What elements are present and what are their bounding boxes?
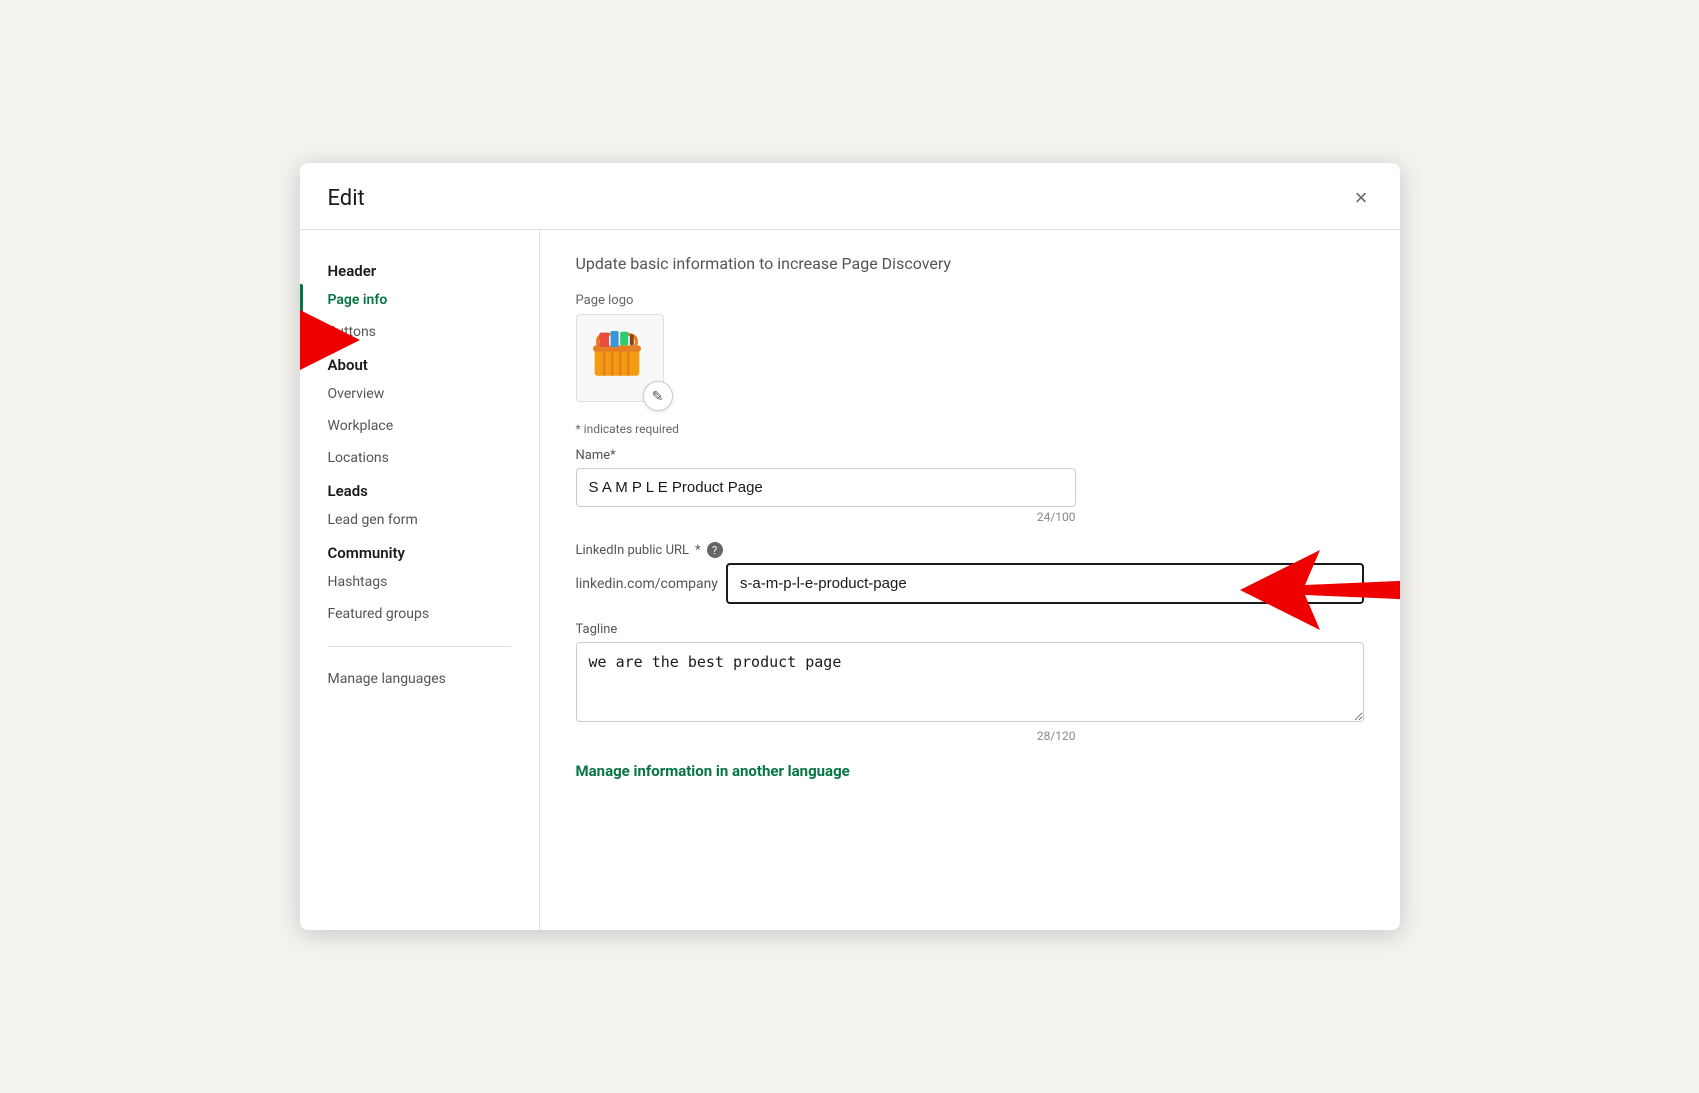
sidebar-section-community[interactable]: Community: [300, 536, 539, 566]
name-field-group: Name* 24/100: [576, 448, 1364, 524]
name-char-count: 24/100: [576, 510, 1076, 524]
modal-title: Edit: [328, 186, 365, 211]
name-input[interactable]: [576, 468, 1076, 507]
sidebar-item-lead-gen-form[interactable]: Lead gen form: [300, 504, 539, 536]
url-label: LinkedIn public URL: [576, 543, 690, 558]
tagline-label: Tagline: [576, 622, 1364, 637]
sidebar-item-featured-groups[interactable]: Featured groups: [300, 598, 539, 630]
required-note: * indicates required: [576, 422, 1364, 436]
url-input-row: linkedin.com/company: [576, 563, 1364, 604]
sidebar-section-about[interactable]: About: [300, 348, 539, 378]
tagline-input[interactable]: [576, 642, 1364, 722]
logo-image: [577, 315, 657, 395]
main-content: Update basic information to increase Pag…: [540, 230, 1400, 930]
edit-modal: Edit × Header Page info Buttons About: [300, 163, 1400, 930]
edit-logo-button[interactable]: ✎: [643, 381, 673, 411]
sidebar-item-hashtags[interactable]: Hashtags: [300, 566, 539, 598]
sidebar-item-page-info[interactable]: Page info: [300, 284, 539, 316]
url-label-row: LinkedIn public URL * ?: [576, 542, 1364, 558]
sidebar-section-header[interactable]: Header: [300, 254, 539, 284]
sidebar-section-leads[interactable]: Leads: [300, 474, 539, 504]
tagline-field-group: Tagline 28/120: [576, 622, 1364, 743]
manage-language-link[interactable]: Manage information in another language: [576, 762, 850, 780]
modal-body: Header Page info Buttons About Overview …: [300, 230, 1400, 930]
sidebar-item-locations[interactable]: Locations: [300, 442, 539, 474]
basket-icon: [585, 323, 649, 387]
url-required-star: *: [695, 543, 701, 558]
tagline-char-count: 28/120: [576, 729, 1076, 743]
sidebar-divider: [328, 646, 511, 647]
sidebar-item-overview[interactable]: Overview: [300, 378, 539, 410]
content-subtitle: Update basic information to increase Pag…: [576, 254, 1364, 273]
url-input[interactable]: [726, 563, 1364, 604]
sidebar-item-buttons[interactable]: Buttons: [300, 316, 539, 348]
close-button[interactable]: ×: [1351, 183, 1372, 213]
modal-header: Edit ×: [300, 163, 1400, 230]
sidebar-item-manage-languages[interactable]: Manage languages: [300, 663, 539, 695]
page-logo-section: Page logo: [576, 293, 1364, 402]
sidebar-item-workplace[interactable]: Workplace: [300, 410, 539, 442]
help-icon[interactable]: ?: [707, 542, 723, 558]
url-prefix: linkedin.com/company: [576, 576, 718, 592]
name-label: Name*: [576, 448, 1364, 463]
sidebar: Header Page info Buttons About Overview …: [300, 230, 540, 930]
page-logo-label: Page logo: [576, 293, 1364, 308]
url-field-group: LinkedIn public URL * ? linkedin.com/com…: [576, 542, 1364, 604]
logo-wrapper: ✎: [576, 314, 664, 402]
